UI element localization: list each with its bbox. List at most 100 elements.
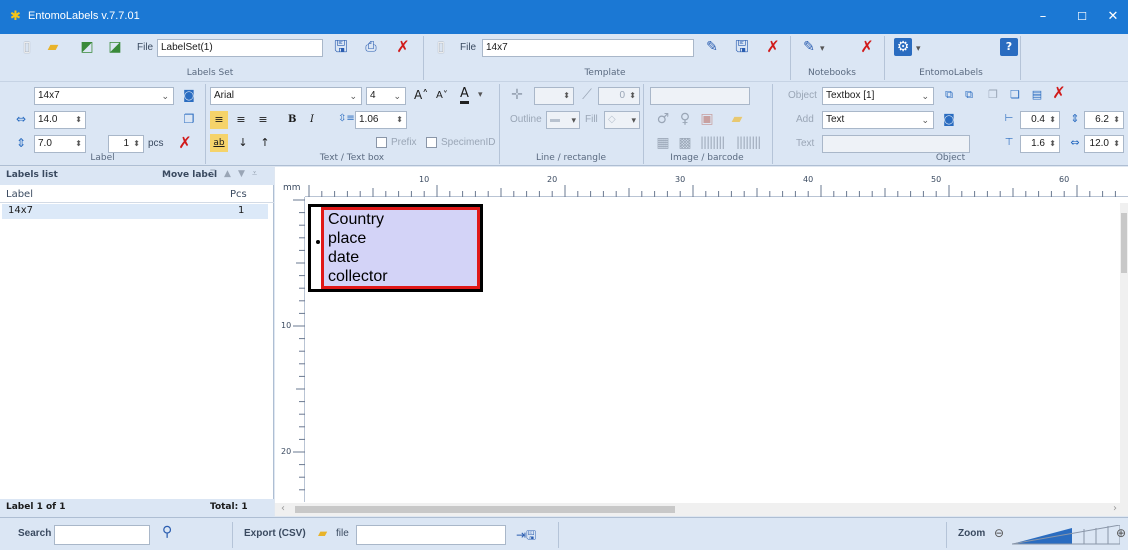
zoom-out-icon[interactable]: ⊖ [994, 526, 1004, 540]
spinner-icon[interactable]: ⬍ [133, 136, 140, 152]
spinner-icon[interactable]: ⬍ [1113, 136, 1120, 152]
line-angle-field: 0 ⬍ [598, 87, 640, 105]
spinner-icon[interactable]: ⬍ [1049, 112, 1056, 128]
labels-list-column-header: Label Pcs [0, 187, 274, 203]
move-down-icon[interactable]: ▼ [238, 169, 245, 179]
export-file-input[interactable] [356, 525, 506, 545]
move-up-icon[interactable]: ▲ [224, 169, 231, 179]
delete-labelset-icon[interactable]: ✗ [394, 38, 412, 56]
copy-object-icon: ❐ [988, 88, 998, 101]
vertical-scrollbar-thumb[interactable] [1121, 213, 1127, 273]
delete-template-icon[interactable]: ✗ [764, 38, 782, 56]
spinner-icon[interactable]: ⬍ [75, 112, 82, 128]
spinner-icon[interactable]: ⬍ [396, 112, 403, 128]
settings-gear-icon[interactable]: ⚙ [894, 38, 912, 56]
column-label[interactable]: Label [6, 189, 33, 200]
textbox-line: collector [328, 268, 388, 285]
save-labelset-icon[interactable]: 🖫 [332, 38, 350, 56]
prefix-checkbox[interactable] [376, 137, 387, 148]
zoom-in-icon[interactable]: ⊕ [1116, 526, 1126, 540]
object-x-value: 0.4 [1031, 114, 1045, 125]
add-object-select[interactable]: Text ⌄ [822, 111, 934, 129]
rotate-down-icon[interactable]: ↓ [234, 134, 252, 152]
scroll-left-icon[interactable]: ‹ [281, 503, 285, 514]
folder-icon[interactable]: ▰ [318, 526, 327, 540]
italic-button[interactable]: I [310, 114, 314, 125]
send-backward-icon[interactable]: ⧉ [960, 86, 978, 104]
chevron-down-icon[interactable]: ▾ [478, 90, 483, 100]
rotate-up-icon[interactable]: ↑ [256, 134, 274, 152]
height-icon: ⇕ [15, 136, 27, 150]
grow-font-icon[interactable]: A˄ [414, 88, 428, 102]
align-left-icon[interactable]: ≡ [210, 111, 228, 129]
label-pcs-value: 1 [123, 138, 129, 149]
column-pcs[interactable]: Pcs [230, 189, 247, 200]
delete-label-icon[interactable]: ✗ [176, 134, 194, 152]
object-x-field[interactable]: 0.4 ⬍ [1020, 111, 1060, 129]
specimenid-checkbox[interactable] [426, 137, 437, 148]
scroll-right-icon[interactable]: › [1113, 503, 1117, 514]
new-file-icon[interactable]: ▯ [18, 38, 36, 56]
chevron-down-icon: ⌄ [921, 91, 929, 101]
total-count: Total: 1 [210, 502, 248, 512]
horizontal-scrollbar[interactable]: ‹ › [275, 503, 1128, 516]
line-spacing-field[interactable]: 1.06 ⬍ [355, 111, 407, 129]
bold-button[interactable]: B [288, 114, 296, 125]
horizontal-scrollbar-thumb[interactable] [295, 506, 675, 513]
new-template-icon[interactable]: ▯ [432, 38, 450, 56]
delete-notebook-icon[interactable]: ✗ [858, 38, 876, 56]
search-input[interactable] [54, 525, 150, 545]
labelset-file-field[interactable]: LabelSet(1) [157, 39, 323, 57]
search-icon[interactable]: ⚲ [162, 524, 172, 540]
close-button[interactable]: ✕ [1090, 0, 1128, 34]
chevron-down-icon[interactable]: ▾ [820, 44, 825, 54]
font-select[interactable]: Arial ⌄ [210, 87, 362, 105]
font-color-icon[interactable]: A [460, 87, 469, 104]
width-icon: ⇔ [15, 112, 27, 126]
separator [232, 522, 233, 548]
spinner-icon[interactable]: ⬍ [75, 136, 82, 152]
delete-object-icon[interactable]: ✗ [1050, 84, 1068, 102]
duplicate-object-icon[interactable]: ❏ [1006, 86, 1024, 104]
object-width-field[interactable]: 12.0 ⬍ [1084, 135, 1124, 153]
label-width-field[interactable]: 14.0 ⬍ [34, 111, 86, 129]
template-file-label: File [460, 42, 477, 53]
add-label-icon[interactable]: ◙ [180, 86, 198, 104]
object-y-field[interactable]: 1.6 ⬍ [1020, 135, 1060, 153]
move-top-icon[interactable]: ⩞ [210, 169, 215, 179]
font-size-select[interactable]: 4 ⌄ [366, 87, 406, 105]
spinner-icon[interactable]: ⬍ [1049, 136, 1056, 152]
help-icon[interactable]: ? [1000, 38, 1018, 56]
label-height-field[interactable]: 7.0 ⬍ [34, 135, 86, 153]
zoom-slider[interactable] [1012, 525, 1120, 545]
align-right-icon[interactable]: ≡ [254, 111, 272, 129]
new-labelset-icon[interactable]: ◩ [78, 38, 96, 56]
export-save-icon[interactable]: ⇥🖫 [516, 526, 536, 547]
import-labelset-icon[interactable]: ◪ [106, 38, 124, 56]
shrink-font-icon[interactable]: A˅ [436, 90, 448, 101]
vertical-scrollbar[interactable] [1120, 203, 1128, 503]
chevron-down-icon[interactable]: ▾ [916, 44, 921, 54]
bring-forward-icon[interactable]: ⧉ [940, 86, 958, 104]
copy-label-icon[interactable]: ❐ [180, 110, 198, 128]
open-folder-icon[interactable]: ▰ [44, 38, 62, 56]
table-row[interactable]: 14x7 1 [2, 204, 268, 219]
template-file-field[interactable]: 14x7 [482, 39, 694, 57]
align-center-icon[interactable]: ≡ [232, 111, 250, 129]
line-angle-value: 0 [619, 90, 625, 101]
wrap-text-icon[interactable]: ab [210, 134, 228, 152]
edit-template-icon[interactable]: ✎ [703, 38, 721, 56]
label-template-select[interactable]: 14x7 ⌄ [34, 87, 174, 105]
spinner-icon[interactable]: ⬍ [1113, 112, 1120, 128]
save-template-icon[interactable]: 🖫 [733, 38, 751, 56]
print-icon[interactable]: ⎙ [362, 38, 380, 56]
object-height-field[interactable]: 6.2 ⬍ [1084, 111, 1124, 129]
label-pcs-field[interactable]: 1 ⬍ [108, 135, 144, 153]
left-ruler: 10 20 [275, 197, 305, 502]
add-object-icon[interactable]: ◙ [940, 110, 958, 128]
move-bottom-icon[interactable]: ⩡ [252, 169, 257, 179]
notebook-edit-icon[interactable]: ✎ [800, 38, 818, 56]
object-select[interactable]: Textbox [1] ⌄ [822, 87, 934, 105]
selected-textbox[interactable]: Country place date collector [321, 207, 480, 289]
paste-object-icon[interactable]: ▤ [1028, 86, 1046, 104]
